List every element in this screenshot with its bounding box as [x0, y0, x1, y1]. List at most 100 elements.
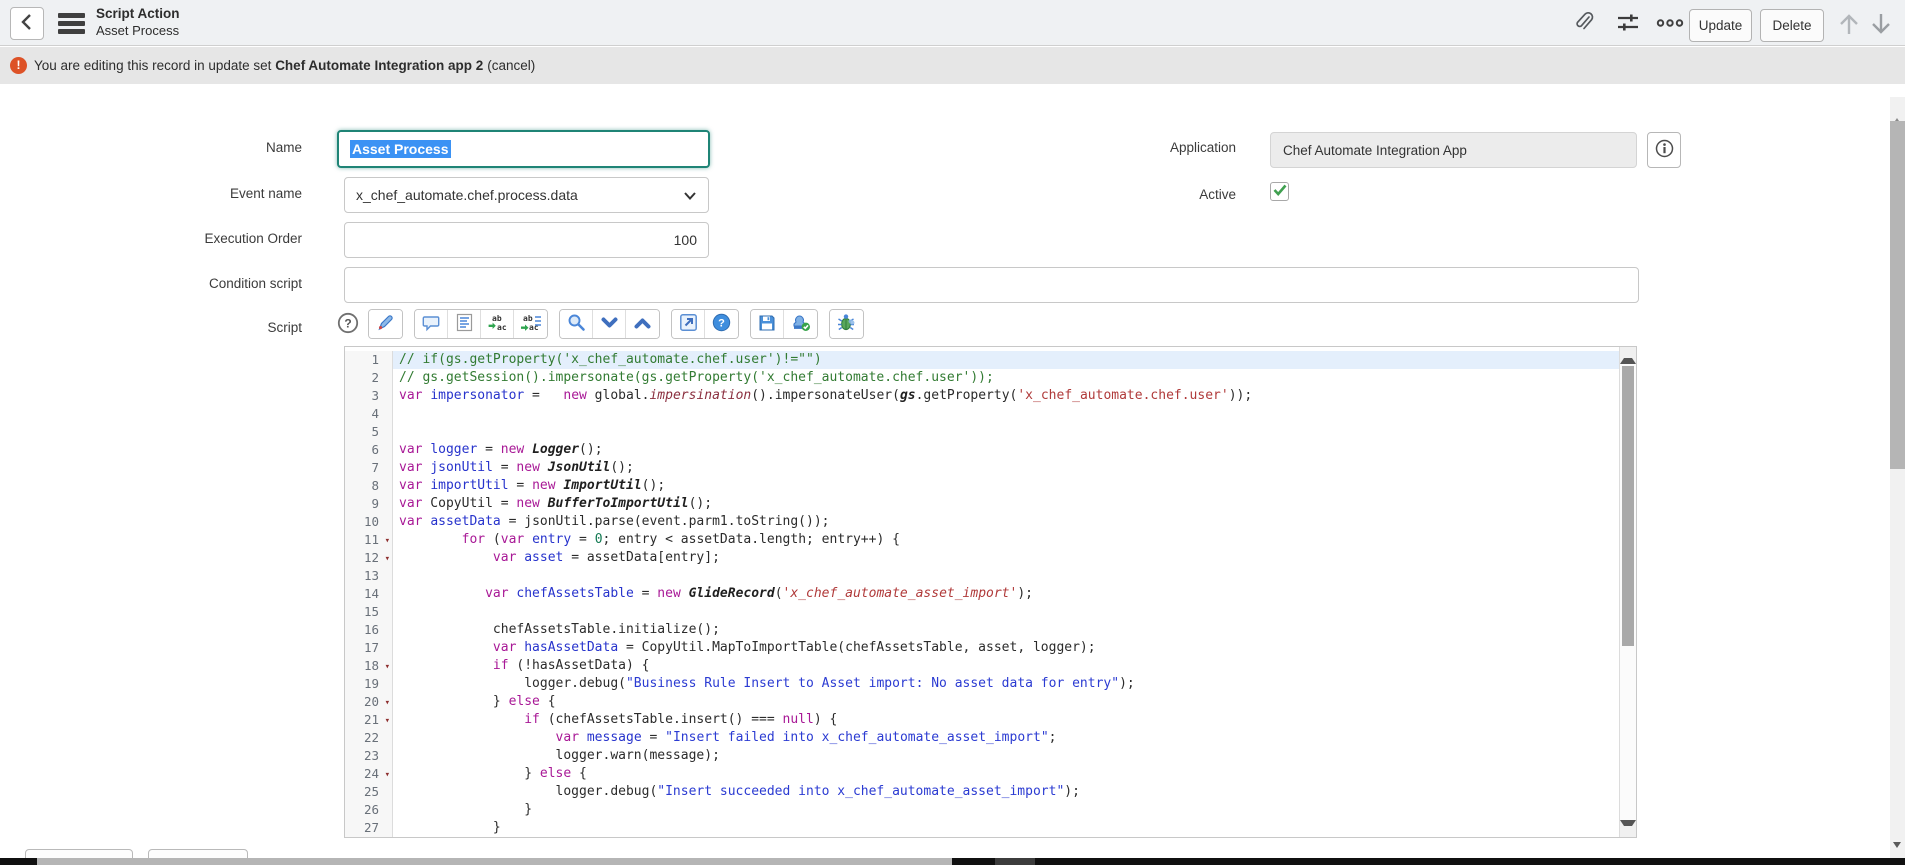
debug-button[interactable]	[830, 310, 863, 338]
code-line[interactable]: 19 logger.debug("Business Rule Insert to…	[345, 675, 1619, 693]
more-options-button[interactable]	[1652, 8, 1688, 40]
format-document-icon	[456, 313, 473, 335]
fold-arrow-icon[interactable]: ▾	[385, 712, 390, 730]
code-line[interactable]: 9var CopyUtil = new BufferToImportUtil()…	[345, 495, 1619, 513]
code-text: var chefAssetsTable = new GlideRecord('x…	[393, 585, 1619, 603]
page-scroll-up-icon[interactable]	[1893, 101, 1901, 119]
update-set-name: Chef Automate Integration app 2	[275, 58, 483, 73]
active-checkbox[interactable]	[1270, 182, 1289, 201]
cancel-update-set-link[interactable]: (cancel)	[487, 58, 535, 73]
code-line[interactable]: 22 var message = "Insert failed into x_c…	[345, 729, 1619, 747]
debug-icon	[837, 313, 857, 335]
event-name-select[interactable]: x_chef_automate.chef.process.data	[344, 177, 709, 213]
code-line[interactable]: 14 var chefAssetsTable = new GlideRecord…	[345, 585, 1619, 603]
condition-script-input[interactable]	[344, 267, 1639, 303]
script-label: Script	[60, 320, 302, 335]
line-number: 15	[345, 603, 393, 621]
toolbar-button-group	[559, 309, 660, 339]
fold-arrow-icon[interactable]: ▾	[385, 694, 390, 712]
code-text: var importUtil = new ImportUtil();	[393, 477, 1619, 495]
code-line[interactable]: 13	[345, 567, 1619, 585]
find-next-button[interactable]	[593, 310, 626, 338]
find-previous-button[interactable]	[626, 310, 659, 338]
replace-all-button[interactable]: abac	[514, 310, 547, 338]
save-button[interactable]	[751, 310, 784, 338]
api-help-icon: ?	[712, 313, 731, 335]
application-field: Chef Automate Integration App	[1270, 132, 1637, 168]
code-line[interactable]: 16 chefAssetsTable.initialize();	[345, 621, 1619, 639]
code-line[interactable]: 7var jsonUtil = new JsonUtil();	[345, 459, 1619, 477]
replace-button[interactable]: abac	[481, 310, 514, 338]
code-line[interactable]: 27 }	[345, 819, 1619, 837]
next-record-button[interactable]	[1866, 9, 1896, 41]
script-action-form-page: Script Action Asset Process	[0, 0, 1905, 865]
code-text: var impersonator = new global.impersinat…	[393, 387, 1619, 405]
open-fullscreen-button[interactable]	[672, 310, 705, 338]
code-line[interactable]: 11▾ for (var entry = 0; entry < assetDat…	[345, 531, 1619, 549]
editor-scroll-up-icon[interactable]	[1620, 347, 1636, 364]
line-number: 9	[345, 495, 393, 513]
code-line[interactable]: 18▾ if (!hasAssetData) {	[345, 657, 1619, 675]
line-number: 14	[345, 585, 393, 603]
search-button[interactable]	[560, 310, 593, 338]
code-line[interactable]: 17 var hasAssetData = CopyUtil.MapToImpo…	[345, 639, 1619, 657]
code-text: var message = "Insert failed into x_chef…	[393, 729, 1619, 747]
code-line[interactable]: 4	[345, 405, 1619, 423]
code-line[interactable]: 6var logger = new Logger();	[345, 441, 1619, 459]
back-button[interactable]	[10, 7, 44, 40]
syntax-check-button[interactable]	[784, 310, 817, 338]
code-line[interactable]: 21▾ if (chefAssetsTable.insert() === nul…	[345, 711, 1619, 729]
code-line[interactable]: 10var assetData = jsonUtil.parse(event.p…	[345, 513, 1619, 531]
code-line[interactable]: 12▾ var asset = assetData[entry];	[345, 549, 1619, 567]
line-number: 8	[345, 477, 393, 495]
fold-arrow-icon[interactable]: ▾	[385, 532, 390, 550]
code-line[interactable]: 8var importUtil = new ImportUtil();	[345, 477, 1619, 495]
execution-order-input[interactable]: 100	[344, 222, 709, 258]
code-text: for (var entry = 0; entry < assetData.le…	[393, 531, 1619, 549]
script-code-editor[interactable]: 1// if(gs.getProperty('x_chef_automate.c…	[344, 346, 1637, 838]
fold-arrow-icon[interactable]: ▾	[385, 550, 390, 568]
code-line[interactable]: 26 }	[345, 801, 1619, 819]
more-options-icon	[1656, 17, 1684, 32]
page-scrollbar-thumb[interactable]	[1890, 121, 1905, 469]
attachment-button[interactable]	[1566, 8, 1602, 40]
application-info-button[interactable]	[1647, 132, 1681, 168]
context-menu-icon[interactable]	[58, 13, 85, 34]
editor-scrollbar-thumb[interactable]	[1622, 366, 1634, 646]
code-line[interactable]: 5	[345, 423, 1619, 441]
svg-text:ab: ab	[523, 314, 533, 323]
toolbar-button-group	[829, 309, 864, 339]
line-number: 11▾	[345, 531, 393, 549]
page-scrollbar[interactable]	[1890, 97, 1905, 865]
syntax-check-icon	[791, 313, 811, 335]
editor-scroll-down-icon[interactable]	[1620, 820, 1636, 837]
execution-order-value: 100	[674, 232, 697, 248]
script-help-button[interactable]: ?	[337, 312, 359, 334]
code-text: var logger = new Logger();	[393, 441, 1619, 459]
fold-arrow-icon[interactable]: ▾	[385, 658, 390, 676]
delete-button[interactable]: Delete	[1760, 9, 1824, 42]
personalize-form-button[interactable]	[1610, 8, 1646, 40]
code-line[interactable]: 25 logger.debug("Insert succeeded into x…	[345, 783, 1619, 801]
format-document-button[interactable]	[448, 310, 481, 338]
replace-icon: abac	[487, 313, 507, 335]
code-line[interactable]: 3var impersonator = new global.impersina…	[345, 387, 1619, 405]
code-line[interactable]: 23 logger.warn(message);	[345, 747, 1619, 765]
svg-text:?: ?	[344, 316, 351, 330]
update-button[interactable]: Update	[1689, 9, 1752, 42]
name-input[interactable]: Asset Process	[337, 130, 710, 168]
toggle-comment-button[interactable]	[415, 310, 448, 338]
editor-scrollbar[interactable]	[1619, 347, 1636, 837]
code-line[interactable]: 2// gs.getSession().impersonate(gs.getPr…	[345, 369, 1619, 387]
previous-record-button[interactable]	[1834, 9, 1864, 41]
line-number: 13	[345, 567, 393, 585]
code-line[interactable]: 24▾ } else {	[345, 765, 1619, 783]
format-code-button[interactable]	[369, 310, 402, 338]
fold-arrow-icon[interactable]: ▾	[385, 766, 390, 784]
code-line[interactable]: 20▾ } else {	[345, 693, 1619, 711]
code-text: if (chefAssetsTable.insert() === null) {	[393, 711, 1619, 729]
script-editor-toolbar: abac abac?	[368, 309, 864, 339]
code-line[interactable]: 15	[345, 603, 1619, 621]
api-help-button[interactable]: ?	[705, 310, 738, 338]
code-line[interactable]: 1// if(gs.getProperty('x_chef_automate.c…	[345, 351, 1619, 369]
